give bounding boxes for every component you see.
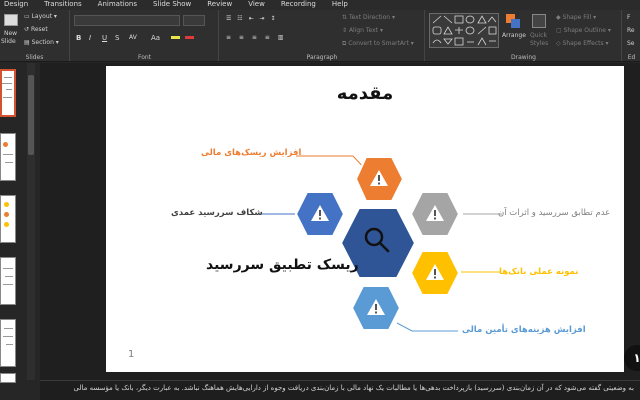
label-bottom[interactable]: افزایش هزینه‌های تأمین مالی (462, 325, 586, 335)
find-button[interactable]: F (627, 14, 630, 21)
shape-outline-button[interactable]: ▢ Shape Outline ▾ (556, 27, 611, 34)
font-group-label: Font (137, 54, 152, 61)
menu-review[interactable]: Review (207, 0, 232, 10)
text-direction-button[interactable]: ⇅ Text Direction ▾ (342, 14, 395, 21)
font-group: B I U S AV Aa Font (71, 10, 219, 61)
slide-number: 1 (128, 349, 135, 360)
menu-view[interactable]: View (248, 0, 265, 10)
reset-label: Reset (30, 26, 48, 33)
quick-styles-label[interactable]: Quick (530, 32, 547, 39)
quick-styles-icon[interactable] (532, 14, 546, 28)
new-slide-label-2[interactable]: Slide (1, 38, 16, 45)
label-left[interactable]: شکاف سررسید عمدی (171, 208, 263, 218)
menu-animations[interactable]: Animations (98, 0, 137, 10)
shapes-gallery[interactable] (429, 13, 499, 48)
strikethrough-button[interactable]: S (115, 34, 119, 42)
new-slide-label[interactable]: New (4, 30, 17, 37)
slide-thumbnail-4[interactable] (0, 257, 16, 305)
arrange-label[interactable]: Arrange (502, 32, 526, 39)
label-top-left[interactable]: افزایش ریسک‌های مالی (201, 148, 301, 158)
quick-styles-label-2[interactable]: Styles (530, 40, 548, 47)
highlight-color-icon[interactable] (171, 36, 180, 39)
slide-thumbnail-1[interactable] (0, 69, 16, 117)
slide-thumbnail-3[interactable] (0, 195, 16, 243)
shape-effects-label: Shape Effects (562, 40, 604, 47)
list-buttons[interactable]: ☰ ☷ ⇤ ⇥ ↕ (226, 15, 277, 22)
align-buttons[interactable]: ≡ ≡ ≡ ≡ ▥ (226, 34, 286, 41)
menu-recording[interactable]: Recording (281, 0, 316, 10)
label-right-bottom[interactable]: نمونه عملی بانک‌ها (499, 267, 578, 277)
shape-effects-button[interactable]: ◇ Shape Effects ▾ (556, 40, 609, 47)
font-color-icon[interactable] (185, 36, 194, 39)
shape-fill-button[interactable]: ◆ Shape Fill ▾ (556, 14, 596, 21)
drawing-group-label: Drawing (511, 54, 536, 61)
align-text-button[interactable]: ⇕ Align Text ▾ (342, 27, 383, 34)
bold-button[interactable]: B (76, 34, 81, 42)
shape-outline-label: Shape Outline (563, 27, 606, 34)
character-spacing-button[interactable]: AV (129, 34, 137, 41)
menu-slide-show[interactable]: Slide Show (153, 0, 191, 10)
label-right-top[interactable]: عدم تطابق سررسید و اثرات آن (498, 208, 610, 218)
align-text-label: Align Text (348, 27, 379, 34)
section-label: Section (31, 39, 54, 46)
shape-fill-label: Shape Fill (562, 14, 592, 21)
layout-label: Layout (31, 13, 52, 20)
paragraph-group: ☰ ☷ ⇤ ⇥ ↕ ≡ ≡ ≡ ≡ ▥ ⇅ Text Direction ▾ ⇕… (220, 10, 425, 61)
select-button[interactable]: Se (627, 40, 635, 47)
menu-transitions[interactable]: Transitions (44, 0, 82, 10)
slide-thumbnail-2[interactable] (0, 133, 16, 181)
slides-group: New Slide ▭ Layout ▾ ↺ Reset ▤ Section ▾… (0, 10, 70, 61)
new-slide-icon[interactable] (4, 14, 18, 26)
slide-canvas[interactable]: مقدمه (106, 66, 624, 372)
convert-smartart-label: Convert to SmartArt (348, 40, 409, 47)
convert-smartart-button[interactable]: ⧉ Convert to SmartArt ▾ (342, 40, 414, 48)
slides-group-label: Slides (25, 54, 44, 61)
italic-button[interactable]: I (89, 34, 91, 42)
font-name-field[interactable] (74, 15, 180, 26)
font-size-field[interactable] (183, 15, 205, 26)
replace-button[interactable]: Re (627, 27, 635, 34)
underline-button[interactable]: U (102, 34, 107, 42)
reset-button[interactable]: ↺ Reset (24, 26, 48, 33)
section-button[interactable]: ▤ Section ▾ (24, 39, 59, 46)
change-case-button[interactable]: Aa (151, 34, 160, 42)
connector-top-left (296, 155, 369, 173)
editing-group-label: Ed (627, 54, 636, 61)
drawing-group: Arrange Quick Styles ◆ Shape Fill ▾ ▢ Sh… (426, 10, 622, 61)
menu-design[interactable]: Design (4, 0, 28, 10)
paragraph-group-label: Paragraph (306, 54, 338, 61)
menu-help[interactable]: Help (332, 0, 348, 10)
thumbnails-scrollbar[interactable] (27, 63, 35, 380)
slide-thumbnail-6[interactable] (0, 373, 16, 383)
arrange-icon[interactable] (506, 14, 520, 28)
text-direction-label: Text Direction (348, 14, 391, 21)
layout-button[interactable]: ▭ Layout ▾ (24, 13, 57, 20)
ribbon: New Slide ▭ Layout ▾ ↺ Reset ▤ Section ▾… (0, 10, 640, 62)
slide-thumbnail-5[interactable] (0, 319, 16, 367)
center-label[interactable]: ریسک تطبیق سررسید (206, 257, 359, 273)
connector-bottom (396, 322, 458, 332)
shapes-gallery-icons (432, 15, 497, 46)
editing-group: F Re Se Ed (623, 10, 640, 61)
speaker-notes[interactable]: به وضعیتی گفته می‌شود که در آن زمان‌بندی… (40, 380, 640, 400)
powerpoint-window: Design Transitions Animations Slide Show… (0, 0, 640, 400)
menu-bar: Design Transitions Animations Slide Show… (0, 0, 640, 10)
thumbnails-scroll-thumb[interactable] (28, 75, 34, 155)
